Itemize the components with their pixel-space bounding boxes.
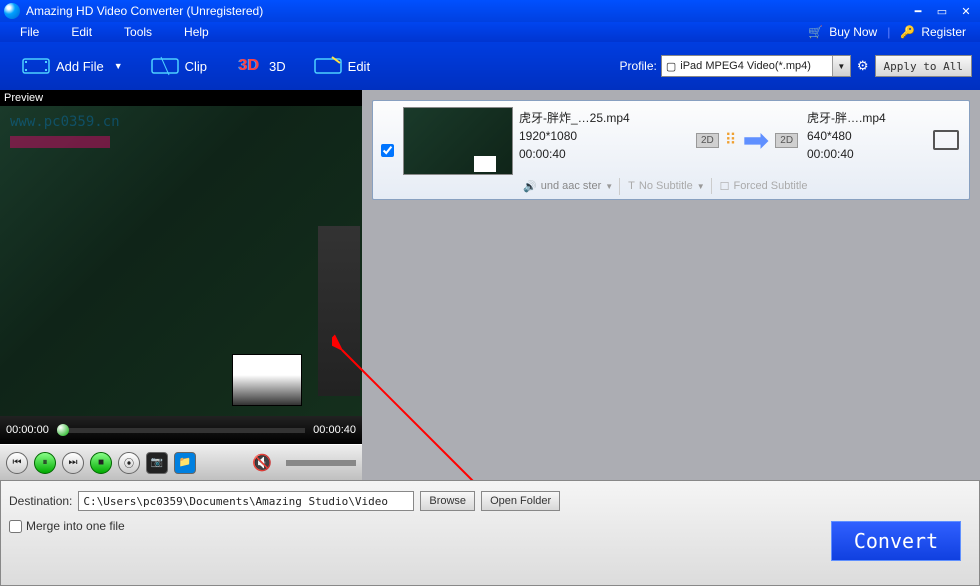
item-duration-in: 00:00:40	[519, 145, 687, 163]
file-list-pane: 虎牙-胖炸_…25.mp4 1920*1080 00:00:40 2D ⠿ ➡ …	[362, 90, 980, 480]
forced-subtitle-toggle[interactable]: ☐ Forced Subtitle	[714, 178, 814, 195]
add-file-label: Add File	[56, 59, 104, 74]
key-icon: 🔑	[900, 25, 915, 39]
register-button[interactable]: 🔑 Register	[890, 25, 976, 39]
app-logo-icon	[4, 3, 20, 19]
game-overlay	[318, 226, 360, 396]
speaker-icon: 🔊	[523, 180, 537, 193]
item-subtoolbar: 🔊 und aac ster ▼ T No Subtitle ▼ ☐ Force…	[517, 176, 965, 196]
preview-video[interactable]: www.pc0359.cn	[0, 106, 362, 416]
cart-icon: 🛒	[808, 25, 823, 39]
volume-slider[interactable]	[286, 460, 356, 466]
buy-now-button[interactable]: 🛒 Buy Now	[798, 25, 887, 39]
merge-checkbox[interactable]	[9, 520, 22, 533]
edit-button[interactable]: Edit	[300, 49, 384, 83]
item-filename-out: 虎牙-胖….mp4	[807, 109, 927, 127]
play-pause-button[interactable]: ⏸	[34, 452, 56, 474]
picture-in-picture	[232, 354, 302, 406]
dropdown-icon: ▼	[114, 61, 123, 71]
add-file-button[interactable]: Add File ▼	[8, 49, 137, 83]
player-controls: ⏮ ⏸ ⏭ ■ ⦿ 📷 📁 🔇	[0, 444, 362, 480]
preview-pane: Preview www.pc0359.cn 00:00:00 00:00:40 …	[0, 90, 362, 480]
prev-button[interactable]: ⏮	[6, 452, 28, 474]
clip-icon	[151, 55, 179, 77]
destination-input[interactable]	[78, 491, 414, 511]
audio-track-dropdown[interactable]: 🔊 und aac ster ▼	[517, 178, 620, 195]
film-icon	[22, 55, 50, 77]
clip-button[interactable]: Clip	[137, 49, 221, 83]
item-checkbox-wrap	[377, 105, 397, 195]
preview-title: Preview	[0, 90, 362, 106]
bottom-bar: Destination: Browse Open Folder Merge in…	[0, 480, 980, 586]
close-button[interactable]: ✕	[956, 4, 976, 18]
scrub-bar: 00:00:00 00:00:40	[0, 416, 362, 444]
device-icon: ▢	[666, 60, 676, 73]
item-resolution-in: 1920*1080	[519, 127, 687, 145]
apply-to-all-button[interactable]: Apply to All	[875, 55, 972, 77]
menu-tools[interactable]: Tools	[108, 23, 168, 41]
file-item[interactable]: 虎牙-胖炸_…25.mp4 1920*1080 00:00:40 2D ⠿ ➡ …	[372, 100, 970, 200]
time-total: 00:00:40	[313, 424, 356, 436]
mute-icon[interactable]: 🔇	[252, 453, 272, 473]
maximize-button[interactable]: ▭	[932, 4, 952, 18]
dots-icon: ⠿	[725, 130, 737, 150]
arrow-right-icon: ➡	[742, 121, 769, 159]
destination-label: Destination:	[9, 494, 72, 508]
menu-help[interactable]: Help	[168, 23, 225, 41]
3d-icon: 3D	[235, 54, 263, 78]
toolbar: Add File ▼ Clip 3D 3D Edit Profile: ▢ iP…	[0, 42, 980, 90]
menu-edit[interactable]: Edit	[55, 23, 108, 41]
title-bar: Amazing HD Video Converter (Unregistered…	[0, 0, 980, 22]
edit-icon	[314, 55, 342, 77]
menu-file[interactable]: File	[4, 23, 55, 41]
window-title: Amazing HD Video Converter (Unregistered…	[26, 4, 908, 18]
checkbox-icon: ☐	[720, 180, 730, 193]
forced-subtitle-label: Forced Subtitle	[734, 180, 808, 192]
open-folder-button[interactable]: 📁	[174, 452, 196, 474]
settings-gear-icon[interactable]: ⚙	[857, 58, 869, 74]
time-current: 00:00:00	[6, 424, 49, 436]
badge-2d-out: 2D	[775, 133, 798, 148]
watermark-text: www.pc0359.cn	[10, 114, 120, 130]
step-button[interactable]: ⦿	[118, 452, 140, 474]
open-folder-button[interactable]: Open Folder	[481, 491, 560, 511]
item-filename: 虎牙-胖炸_…25.mp4	[519, 109, 687, 127]
register-label: Register	[921, 25, 966, 39]
stop-button[interactable]: ■	[90, 452, 112, 474]
3d-button[interactable]: 3D 3D	[221, 48, 300, 84]
dropdown-caret-icon: ▼	[832, 56, 850, 76]
profile-dropdown[interactable]: ▢ iPad MPEG4 Video(*.mp4) ▼	[661, 55, 851, 77]
item-checkbox[interactable]	[381, 144, 394, 157]
workspace: Preview www.pc0359.cn 00:00:00 00:00:40 …	[0, 90, 980, 480]
minimize-button[interactable]: ━	[908, 4, 928, 18]
snapshot-button[interactable]: 📷	[146, 452, 168, 474]
dropdown-icon: ▼	[697, 182, 705, 191]
merge-label: Merge into one file	[26, 519, 125, 533]
item-duration-out: 00:00:40	[807, 145, 927, 163]
menu-bar: File Edit Tools Help 🛒 Buy Now | 🔑 Regis…	[0, 22, 980, 42]
text-icon: T	[628, 180, 635, 192]
badge-2d-in: 2D	[696, 133, 719, 148]
edit-label: Edit	[348, 59, 370, 74]
3d-label: 3D	[269, 59, 286, 74]
convert-button[interactable]: Convert	[831, 521, 961, 561]
seek-slider[interactable]	[57, 428, 305, 433]
browse-button[interactable]: Browse	[420, 491, 475, 511]
buy-now-label: Buy Now	[829, 25, 877, 39]
item-thumbnail	[403, 107, 513, 175]
subtitle-dropdown[interactable]: T No Subtitle ▼	[622, 178, 711, 194]
profile-value: iPad MPEG4 Video(*.mp4)	[680, 60, 811, 72]
next-button[interactable]: ⏭	[62, 452, 84, 474]
audio-track-label: und aac ster	[541, 180, 602, 192]
subtitle-label: No Subtitle	[639, 180, 693, 192]
dropdown-icon: ▼	[605, 182, 613, 191]
item-resolution-out: 640*480	[807, 127, 927, 145]
seek-knob[interactable]	[57, 424, 69, 436]
merge-checkbox-wrap[interactable]: Merge into one file	[9, 519, 971, 533]
clip-label: Clip	[185, 59, 207, 74]
profile-label: Profile:	[620, 59, 657, 73]
